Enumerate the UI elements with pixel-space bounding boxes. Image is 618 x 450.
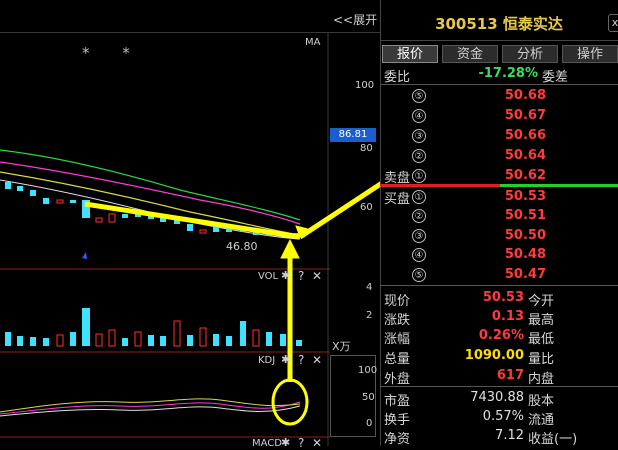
- kdj-tick-0: 0: [366, 418, 373, 429]
- sell-level-1-price[interactable]: 50.62: [490, 168, 546, 183]
- stat-guben-label: 股本: [528, 394, 555, 409]
- vol-settings-icon[interactable]: ✱: [281, 269, 290, 282]
- macd-settings-icon[interactable]: ✱: [281, 436, 290, 449]
- tab-operate[interactable]: 操作: [562, 45, 618, 63]
- sell-level-3-index: ③: [412, 129, 426, 143]
- stat-jinkai-label: 今开: [528, 294, 555, 309]
- stat-xianjia-label: 现价: [384, 294, 411, 309]
- weibi-sep: [380, 84, 618, 85]
- vol-help-icon[interactable]: ?: [298, 269, 304, 283]
- panel-left-border: [380, 0, 381, 446]
- buy-level-4-index: ④: [412, 248, 426, 262]
- buy-level-5-index: ⑤: [412, 268, 426, 282]
- vol-close-icon[interactable]: ✕: [312, 269, 322, 283]
- sell-level-4-price[interactable]: 50.67: [490, 108, 546, 123]
- stat-zongliang-label: 总量: [384, 352, 411, 367]
- divider-green: [500, 184, 618, 187]
- buy-disk-label: 买盘: [384, 192, 411, 207]
- title-sep: [380, 40, 618, 41]
- tab-analysis[interactable]: 分析: [502, 45, 558, 63]
- divider-red: [380, 184, 500, 187]
- kdj-tick-100: 100: [358, 365, 378, 376]
- chart-top-bar: [0, 0, 380, 33]
- vol-tick-2: 2: [366, 310, 373, 321]
- kdj-settings-icon[interactable]: ✱: [281, 353, 290, 366]
- buy-level-2-price[interactable]: 50.51: [490, 208, 546, 223]
- stat-zuigao-label: 最高: [528, 313, 555, 328]
- stat-neipan-label: 内盘: [528, 372, 555, 387]
- sell-level-1-index: ①: [412, 169, 426, 183]
- kdj-close-icon[interactable]: ✕: [312, 353, 322, 367]
- weibi-value: -17.28%: [478, 66, 538, 81]
- volume-bars: [5, 308, 302, 347]
- weibi-label: 委比: [384, 70, 411, 85]
- stat-jingzi-value: 7.12: [495, 428, 524, 443]
- tab-quote[interactable]: 报价: [382, 45, 438, 63]
- quote-panel: 300513 恒泰实达 x 报价 资金 分析 操作 委比 -17.28% 委差 …: [380, 0, 618, 447]
- buy-level-1-price[interactable]: 50.53: [490, 189, 546, 204]
- kdj-tick-50: 50: [362, 392, 375, 403]
- price-chart-svg: [0, 32, 380, 446]
- buy-level-4-price[interactable]: 50.48: [490, 247, 546, 262]
- stat-liangbi-label: 量比: [528, 352, 555, 367]
- stats-sep: [380, 386, 618, 387]
- macd-close-icon[interactable]: ✕: [312, 436, 322, 450]
- kdj-label: KDJ: [258, 355, 276, 366]
- buy-level-5-price[interactable]: 50.47: [490, 267, 546, 282]
- sell-level-3-price[interactable]: 50.66: [490, 128, 546, 143]
- vol-unit: X万: [332, 340, 351, 353]
- sell-level-2-index: ②: [412, 149, 426, 163]
- kdj-help-icon[interactable]: ?: [298, 353, 304, 367]
- stat-zhangfu-label: 涨幅: [384, 332, 411, 347]
- stat-waipan-label: 外盘: [384, 372, 411, 387]
- stat-shouyi-label: 收益(一): [528, 432, 578, 447]
- expand-button[interactable]: <<展开: [333, 11, 377, 28]
- sell-level-5-index: ⑤: [412, 89, 426, 103]
- stat-liutong-label: 流通: [528, 413, 555, 428]
- stat-zhangdie-value: 0.13: [491, 309, 524, 324]
- stat-waipan-value: 617: [496, 368, 524, 383]
- min-price-label: 46.80: [226, 240, 258, 253]
- stat-zongliang-value: 1090.00: [464, 348, 524, 363]
- stat-xianjia-value: 50.53: [482, 290, 524, 305]
- kline-chart[interactable]: <<展开 MA * * 100 80 60 86.81 46.80 VOL ✱ …: [0, 0, 380, 450]
- buy-level-3-index: ③: [412, 229, 426, 243]
- sell-level-2-price[interactable]: 50.64: [490, 148, 546, 163]
- vol-tick-4: 4: [366, 282, 373, 293]
- stat-huanshou-label: 换手: [384, 413, 411, 428]
- tab-funds[interactable]: 资金: [442, 45, 498, 63]
- stat-huanshou-value: 0.57%: [482, 409, 524, 424]
- stock-title: 300513 恒泰实达: [435, 15, 563, 33]
- stat-zhangfu-value: 0.26%: [478, 328, 524, 343]
- buy-level-2-index: ②: [412, 209, 426, 223]
- stat-jingzi-label: 净资: [384, 432, 411, 447]
- macd-help-icon[interactable]: ?: [298, 436, 304, 450]
- weicha-label: 委差: [542, 70, 569, 85]
- stat-shiying-label: 市盈: [384, 394, 411, 409]
- stat-zuidi-label: 最低: [528, 332, 555, 347]
- stat-zhangdie-label: 涨跌: [384, 313, 411, 328]
- stat-shiying-value: 7430.88: [470, 390, 524, 405]
- sell-level-4-index: ④: [412, 109, 426, 123]
- buy-level-1-index: ①: [412, 190, 426, 204]
- buy-sep: [380, 285, 618, 286]
- panel-close-button[interactable]: x: [608, 14, 618, 32]
- macd-label: MACD: [252, 438, 282, 449]
- sell-level-5-price[interactable]: 50.68: [490, 88, 546, 103]
- vol-label: VOL: [258, 271, 279, 282]
- buy-level-3-price[interactable]: 50.50: [490, 228, 546, 243]
